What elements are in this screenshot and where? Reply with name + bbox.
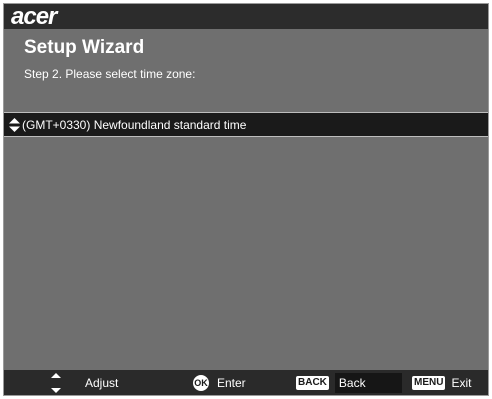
- page-title: Setup Wizard: [24, 37, 145, 58]
- acer-logo: acer: [11, 3, 57, 30]
- back-hint[interactable]: BACK Back: [296, 370, 402, 395]
- up-down-arrows-icon: [50, 372, 62, 394]
- enter-hint[interactable]: OK Enter: [193, 370, 246, 395]
- step-prompt: Step 2. Please select time zone:: [24, 67, 196, 81]
- timezone-selector[interactable]: (GMT+0330) Newfoundland standard time: [4, 112, 488, 137]
- back-key-icon: BACK: [296, 375, 329, 390]
- adjust-hint: Adjust: [85, 370, 118, 395]
- exit-label: Exit: [451, 375, 472, 390]
- up-down-arrows-icon: [9, 117, 20, 132]
- bottom-hint-bar: Adjust OK Enter BACK Back MENU Exit: [4, 370, 488, 395]
- back-label: Back: [338, 375, 366, 390]
- timezone-value: (GMT+0330) Newfoundland standard time: [22, 117, 247, 132]
- ok-button-icon: OK: [193, 374, 209, 391]
- top-bar: acer: [4, 4, 488, 29]
- back-label-box: Back: [334, 372, 402, 393]
- enter-label: Enter: [217, 375, 246, 390]
- setup-wizard-window: acer Setup Wizard Step 2. Please select …: [3, 3, 489, 396]
- menu-key-icon: MENU: [412, 375, 446, 390]
- exit-hint[interactable]: MENU Exit: [412, 370, 471, 395]
- adjust-label: Adjust: [85, 375, 119, 390]
